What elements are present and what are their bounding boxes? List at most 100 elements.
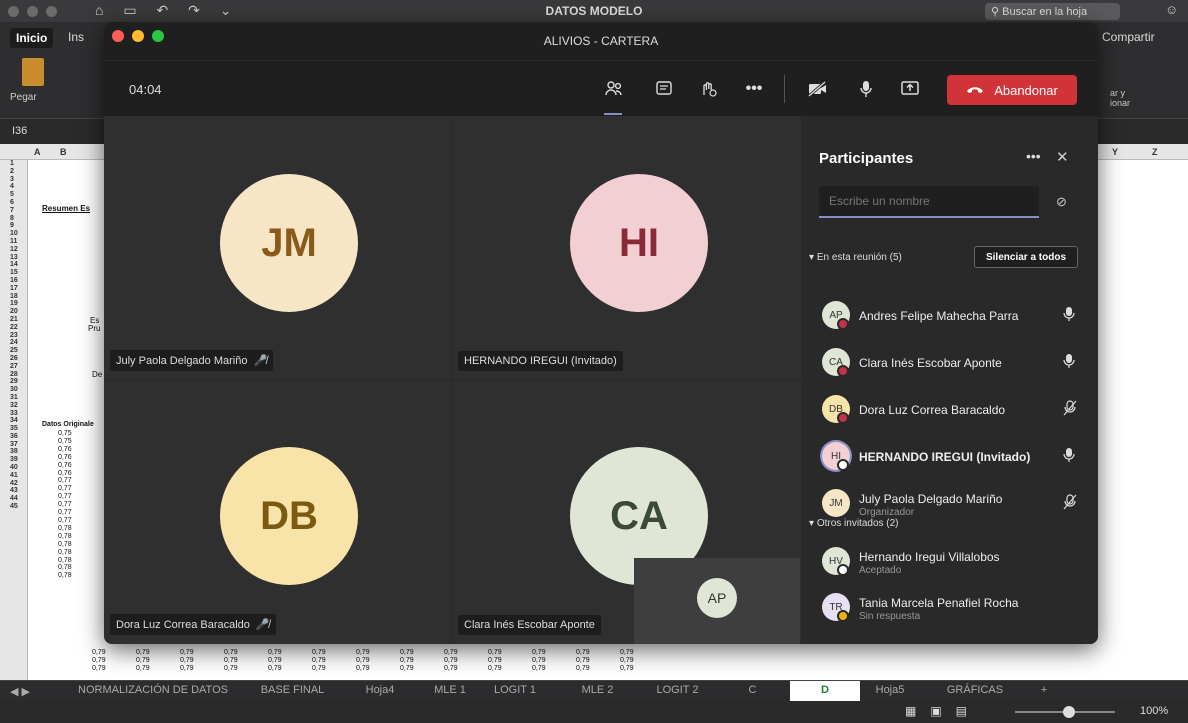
row-header[interactable]: 27 (0, 363, 27, 371)
column-header-y[interactable]: Y (1112, 147, 1118, 157)
data-cell[interactable]: 0,79 (224, 665, 268, 673)
sheet-tab[interactable]: MLE 2 (560, 684, 635, 696)
row-header[interactable]: 13 (0, 254, 27, 262)
de-cell[interactable]: De (92, 370, 102, 379)
paste-icon[interactable] (22, 58, 44, 86)
data-cell[interactable]: 0,77 (58, 501, 72, 509)
video-tile-db[interactable]: DB Dora Luz Correa Baracaldo 🎤̸ (104, 381, 451, 644)
sheet-tab[interactable]: BASE FINAL (250, 684, 335, 696)
participant-search-input[interactable] (819, 186, 1039, 218)
row-header[interactable]: 3 (0, 176, 27, 184)
row-header[interactable]: 37 (0, 441, 27, 449)
sheet-tab[interactable]: GRÁFICAS (925, 684, 1025, 696)
ribbon-tab-inicio[interactable]: Inicio (10, 28, 54, 48)
data-cell[interactable]: 0,79 (400, 657, 444, 665)
mic-muted-icon[interactable] (1063, 400, 1077, 419)
row-header[interactable]: 1 (0, 160, 27, 168)
row-header[interactable]: 40 (0, 464, 27, 472)
in-meeting-section-header[interactable]: ▾ En esta reunión (5) (809, 252, 902, 263)
mute-all-button[interactable]: Silenciar a todos (974, 246, 1078, 268)
row-header[interactable]: 17 (0, 285, 27, 293)
data-cell[interactable]: 0,78 (58, 533, 72, 541)
data-cell[interactable]: 0,79 (620, 665, 664, 673)
data-cell[interactable]: 0,79 (576, 665, 620, 673)
sheet-search-input[interactable]: ⚲ Buscar en la hoja (985, 3, 1120, 20)
data-cell[interactable]: 0,77 (58, 509, 72, 517)
row-header[interactable]: 18 (0, 293, 27, 301)
row-header[interactable]: 33 (0, 410, 27, 418)
row-header[interactable]: 7 (0, 207, 27, 215)
row-header[interactable]: 8 (0, 215, 27, 223)
data-cell[interactable]: 0,79 (532, 665, 576, 673)
data-cell[interactable]: 0,79 (576, 657, 620, 665)
panel-more-icon[interactable]: ••• (1026, 148, 1041, 164)
share-screen-button[interactable] (896, 75, 924, 103)
camera-toggle-button[interactable] (804, 75, 832, 103)
column-header-a[interactable]: A (34, 147, 41, 157)
self-preview-tile[interactable]: AP (634, 558, 800, 644)
row-header[interactable]: 12 (0, 246, 27, 254)
data-cell[interactable]: 0,76 (58, 446, 72, 454)
column-header-z[interactable]: Z (1152, 147, 1158, 157)
row-header[interactable]: 42 (0, 480, 27, 488)
data-cell[interactable]: 0,79 (576, 649, 620, 657)
sheet-tab[interactable]: LOGIT 2 (640, 684, 715, 696)
data-cell[interactable]: 0,79 (356, 665, 400, 673)
participant-row[interactable]: HV Hernando Iregui Villalobos Aceptado (801, 540, 1098, 584)
data-cell[interactable]: 0,79 (312, 657, 356, 665)
data-cell[interactable]: 0,75 (58, 438, 72, 446)
row-header[interactable]: 19 (0, 300, 27, 308)
row-header[interactable]: 16 (0, 277, 27, 285)
sheet-nav-arrows[interactable]: ◀ ▶ (10, 685, 30, 698)
add-sheet-button[interactable]: + (1030, 684, 1058, 696)
data-cell[interactable]: 0,79 (92, 657, 136, 665)
data-cell[interactable]: 0,77 (58, 477, 72, 485)
sheet-tab[interactable]: MLE 1 (425, 684, 475, 696)
row-header[interactable]: 31 (0, 394, 27, 402)
data-cell[interactable]: 0,79 (400, 649, 444, 657)
column-header-b[interactable]: B (60, 147, 67, 157)
data-cell[interactable]: 0,79 (444, 665, 488, 673)
row-header[interactable]: 44 (0, 495, 27, 503)
row-header[interactable]: 28 (0, 371, 27, 379)
data-cell[interactable]: 0,79 (268, 657, 312, 665)
data-cell[interactable]: 0,77 (58, 485, 72, 493)
reactions-button[interactable] (694, 75, 722, 103)
data-cell[interactable]: 0,76 (58, 454, 72, 462)
row-header[interactable]: 6 (0, 199, 27, 207)
data-cell[interactable]: 0,79 (180, 649, 224, 657)
row-header[interactable]: 36 (0, 433, 27, 441)
participant-row[interactable]: CA Clara Inés Escobar Aponte (801, 341, 1098, 385)
data-cell[interactable]: 0,79 (444, 649, 488, 657)
row-header[interactable]: 20 (0, 308, 27, 316)
data-cell[interactable]: 0,79 (400, 665, 444, 673)
row-header[interactable]: 26 (0, 355, 27, 363)
sheet-tab[interactable]: Hoja4 (340, 684, 420, 696)
close-icon[interactable]: ✕ (1056, 148, 1069, 166)
data-cell[interactable]: 0,78 (58, 557, 72, 565)
zoom-level[interactable]: 100% (1140, 705, 1168, 717)
zoom-slider-handle[interactable] (1063, 706, 1075, 718)
user-icon[interactable]: ☺ (1165, 2, 1179, 18)
sheet-tab[interactable]: LOGIT 1 (475, 684, 555, 696)
row-header[interactable]: 2 (0, 168, 27, 176)
row-header[interactable]: 24 (0, 339, 27, 347)
row-header[interactable]: 30 (0, 386, 27, 394)
share-invite-icon[interactable]: ⊘ (1056, 194, 1067, 210)
share-button[interactable]: Compartir (1102, 30, 1155, 44)
data-cell[interactable]: 0,78 (58, 541, 72, 549)
chat-button[interactable] (650, 75, 678, 103)
participant-row[interactable]: TR Tania Marcela Penafiel Rocha Sin respue… (801, 586, 1098, 630)
row-header[interactable]: 4 (0, 183, 27, 191)
resumen-cell[interactable]: Resumen Es (42, 204, 90, 213)
row-header[interactable]: 15 (0, 269, 27, 277)
data-cell[interactable]: 0,79 (620, 657, 664, 665)
data-cell[interactable]: 0,79 (180, 657, 224, 665)
row-header[interactable]: 32 (0, 402, 27, 410)
microphone-icon[interactable] (1063, 353, 1075, 372)
row-header[interactable]: 21 (0, 316, 27, 324)
data-cell[interactable]: 0,79 (532, 657, 576, 665)
data-cell[interactable]: 0,79 (224, 649, 268, 657)
sheet-tab[interactable]: C (720, 684, 785, 696)
data-cell[interactable]: 0,78 (58, 549, 72, 557)
